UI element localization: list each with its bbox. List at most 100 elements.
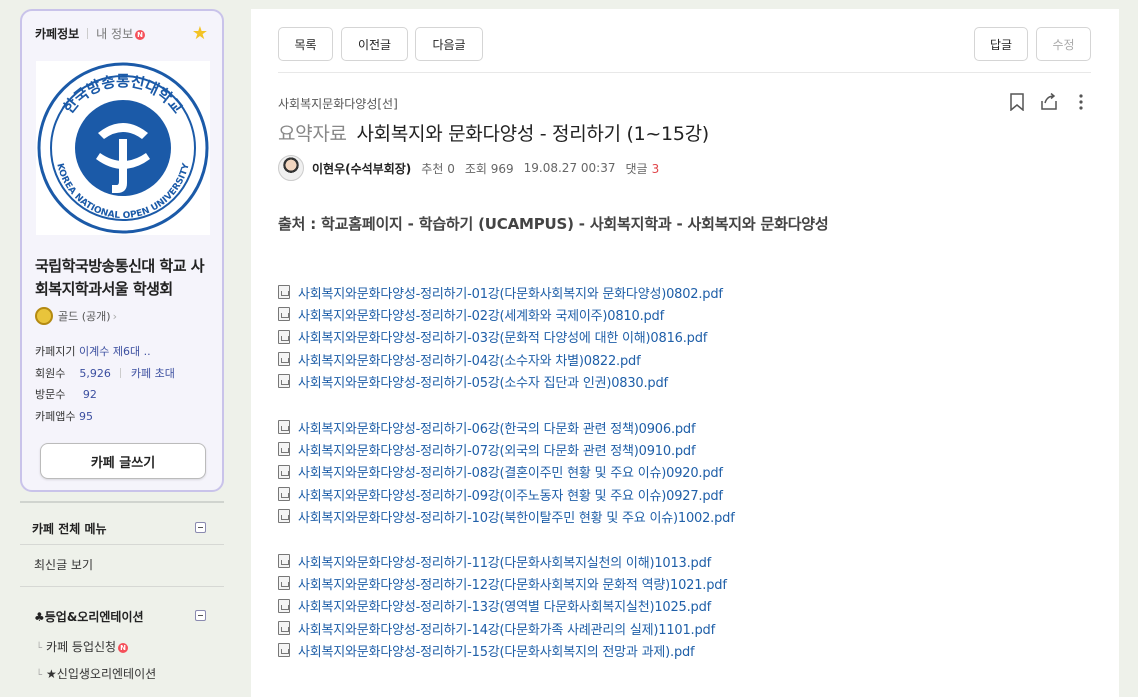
app-label: 카페앱수 [35,409,76,423]
file-link[interactable]: 사회복지와문화다양성-정리하기-09강(이주노동자 현황 및 주요 이슈)092… [278,483,735,505]
members-label: 회원수 [35,366,66,380]
file-name: 사회복지와문화다양성-정리하기-11강(다문화사회복지실천의 이해)1013.p… [298,555,712,571]
bookmark-icon[interactable] [1001,93,1033,116]
list-button[interactable]: 목록 [278,27,333,61]
tab-separator [87,28,89,39]
menu-levelup-request[interactable]: └ 카페 등업신청 N [36,638,129,655]
file-name: 사회복지와문화다양성-정리하기-01강(다문화사회복지와 문화다양성)0802.… [298,286,723,302]
file-name: 사회복지와문화다양성-정리하기-02강(세계화와 국제이주)0810.pdf [298,308,664,324]
file-group-1: 사회복지와문화다양성-정리하기-01강(다문화사회복지와 문화다양성)0802.… [278,281,723,392]
cafe-grade[interactable]: 골드 (공개) › [35,307,117,325]
file-link[interactable]: 사회복지와문화다양성-정리하기-02강(세계화와 국제이주)0810.pdf [278,303,723,325]
file-link[interactable]: 사회복지와문화다양성-정리하기-01강(다문화사회복지와 문화다양성)0802.… [278,281,723,303]
file-icon [278,576,290,591]
header-divider [278,72,1091,73]
edit-button[interactable]: 수정 [1036,27,1091,61]
comments-count: 3 [651,161,660,176]
file-name: 사회복지와문화다양성-정리하기-10강(북한이탈주민 현황 및 주요 이슈)10… [298,510,735,526]
file-icon [278,487,290,502]
file-link[interactable]: 사회복지와문화다양성-정리하기-14강(다문화가족 사례관리의 실제)1101.… [278,617,727,639]
author-name[interactable]: 이현우(수석부회장) [312,160,411,177]
file-link[interactable]: 사회복지와문화다양성-정리하기-13강(영역별 다문화사회복지실천)1025.p… [278,595,727,617]
university-logo: 한국방송통신대학교 KOREA NATIONAL OPEN UNIVERSITY [37,62,209,234]
file-link[interactable]: 사회복지와문화다양성-정리하기-08강(결혼이주민 현황 및 주요 이슈)092… [278,461,735,483]
source-text: 출처 : 학교홈페이지 - 학습하기 (UCAMPUS) - 사회복지학과 - … [278,215,829,233]
stat-app: 카페앱수 95 [35,406,175,428]
menu-divider [20,501,224,503]
cafe-stats: 카페지기 이계수 제6대 .. 회원수 5,926 카페 초대 방문수 92 카… [35,341,175,427]
file-name: 사회복지와문화다양성-정리하기-12강(다문화사회복지와 문화적 역량)1021… [298,577,727,593]
menu-recent-posts[interactable]: 최신글 보기 [34,556,93,573]
file-icon [278,374,290,389]
file-link[interactable]: 사회복지와문화다양성-정리하기-05강(소수자 집단과 인권)0830.pdf [278,370,723,392]
file-link[interactable]: 사회복지와문화다양성-정리하기-10강(북한이탈주민 현황 및 주요 이슈)10… [278,505,735,527]
recommend-count: 추천 0 [421,161,455,176]
comments[interactable]: 댓글 3 [625,160,659,177]
menu-line [20,544,224,545]
cafe-sidebar: 카페정보 내 정보 N ★ 한국방송통신대학교 KOREA NATIONAL O… [20,9,224,681]
comments-label: 댓글 [625,161,648,176]
collapse-minus-icon[interactable] [195,522,206,533]
file-name: 사회복지와문화다양성-정리하기-05강(소수자 집단과 인권)0830.pdf [298,375,668,391]
cafe-logo-image: 한국방송통신대학교 KOREA NATIONAL OPEN UNIVERSITY [36,61,210,235]
file-icon [278,509,290,524]
file-icon [278,598,290,613]
reply-button[interactable]: 답글 [974,27,1028,61]
board-name-link[interactable]: 사회복지문화다양성[선] [278,95,398,112]
file-group-3: 사회복지와문화다양성-정리하기-11강(다문화사회복지실천의 이해)1013.p… [278,550,727,661]
file-link[interactable]: 사회복지와문화다양성-정리하기-15강(다문화사회복지의 전망과 과제).pdf [278,639,727,661]
file-link[interactable]: 사회복지와문화다양성-정리하기-11강(다문화사회복지실천의 이해)1013.p… [278,550,727,572]
post-tools [1001,92,1097,116]
file-icon [278,554,290,569]
file-name: 사회복지와문화다양성-정리하기-09강(이주노동자 현황 및 주요 이슈)092… [298,488,723,504]
file-name: 사회복지와문화다양성-정리하기-13강(영역별 다문화사회복지실천)1025.p… [298,600,712,616]
file-link[interactable]: 사회복지와문화다양성-정리하기-07강(외국의 다문화 관련 정책)0910.p… [278,438,735,460]
more-options-icon[interactable] [1065,93,1097,116]
file-icon [278,643,290,658]
menu-orientation-label: ★신입생오리엔테이션 [46,667,157,681]
tab-cafe-info[interactable]: 카페정보 [35,25,79,42]
file-link[interactable]: 사회복지와문화다양성-정리하기-04강(소수자와 차별)0822.pdf [278,348,723,370]
menu-group-heading[interactable]: ♣등업&오리엔테이션 [34,608,144,625]
new-badge: N [135,30,146,40]
tree-branch-icon: └ [36,670,43,681]
members-value[interactable]: 5,926 [79,367,111,380]
avatar[interactable] [278,155,304,181]
tree-branch-icon: └ [36,643,43,654]
file-icon [278,285,290,300]
file-link[interactable]: 사회복지와문화다양성-정리하기-03강(문화적 다양성에 대한 이해)0816.… [278,326,723,348]
stat-manager: 카페지기 이계수 제6대 .. [35,341,175,363]
manager-label: 카페지기 [35,345,76,358]
file-icon [278,352,290,367]
gold-medal-icon [35,307,53,325]
file-link[interactable]: 사회복지와문화다양성-정리하기-06강(한국의 다문화 관련 정책)0906.p… [278,416,735,438]
file-name: 사회복지와문화다양성-정리하기-07강(외국의 다문화 관련 정책)0910.p… [298,443,696,459]
visits-value: 92 [82,388,97,401]
collapse-minus-icon[interactable] [195,610,206,621]
new-badge: N [118,643,129,653]
manager-link[interactable]: 이계수 제6대 .. [79,345,151,358]
cafe-name[interactable]: 국립학국방송통신대 학교 사회복지학과서울 학생회 [35,255,215,301]
menu-all-heading[interactable]: 카페 전체 메뉴 [32,520,107,537]
prev-post-button[interactable]: 이전글 [341,27,408,61]
cafe-write-button[interactable]: 카페 글쓰기 [40,443,206,479]
tab-my-info-label: 내 정보 [96,27,134,41]
share-icon[interactable] [1033,92,1065,116]
stat-members: 회원수 5,926 카페 초대 [35,363,175,385]
file-icon [278,420,290,435]
cafe-info-box: 카페정보 내 정보 N ★ 한국방송통신대학교 KOREA NATIONAL O… [20,9,224,492]
invite-link[interactable]: 카페 초대 [131,367,175,380]
file-name: 사회복지와문화다양성-정리하기-14강(다문화가족 사례관리의 실제)1101.… [298,622,715,638]
view-count: 조회 969 [464,161,514,176]
visits-label: 방문수 [35,388,66,401]
file-icon [278,307,290,322]
next-post-button[interactable]: 다음글 [415,27,483,61]
post-content-area: 목록 이전글 다음글 답글 수정 사회복지문화다양성[선] 요약자료 사회복지와… [251,9,1119,697]
author-row: 이현우(수석부회장) 추천 0 조회 969 19.08.27 00:37 댓글… [278,155,659,181]
file-name: 사회복지와문화다양성-정리하기-03강(문화적 다양성에 대한 이해)0816.… [298,331,708,347]
file-link[interactable]: 사회복지와문화다양성-정리하기-12강(다문화사회복지와 문화적 역량)1021… [278,572,727,594]
favorite-star-icon[interactable]: ★ [192,25,208,43]
menu-orientation[interactable]: └ ★신입생오리엔테이션 [36,665,156,682]
tab-my-info[interactable]: 내 정보 N [96,25,146,42]
stat-visits: 방문수 92 [35,384,175,406]
